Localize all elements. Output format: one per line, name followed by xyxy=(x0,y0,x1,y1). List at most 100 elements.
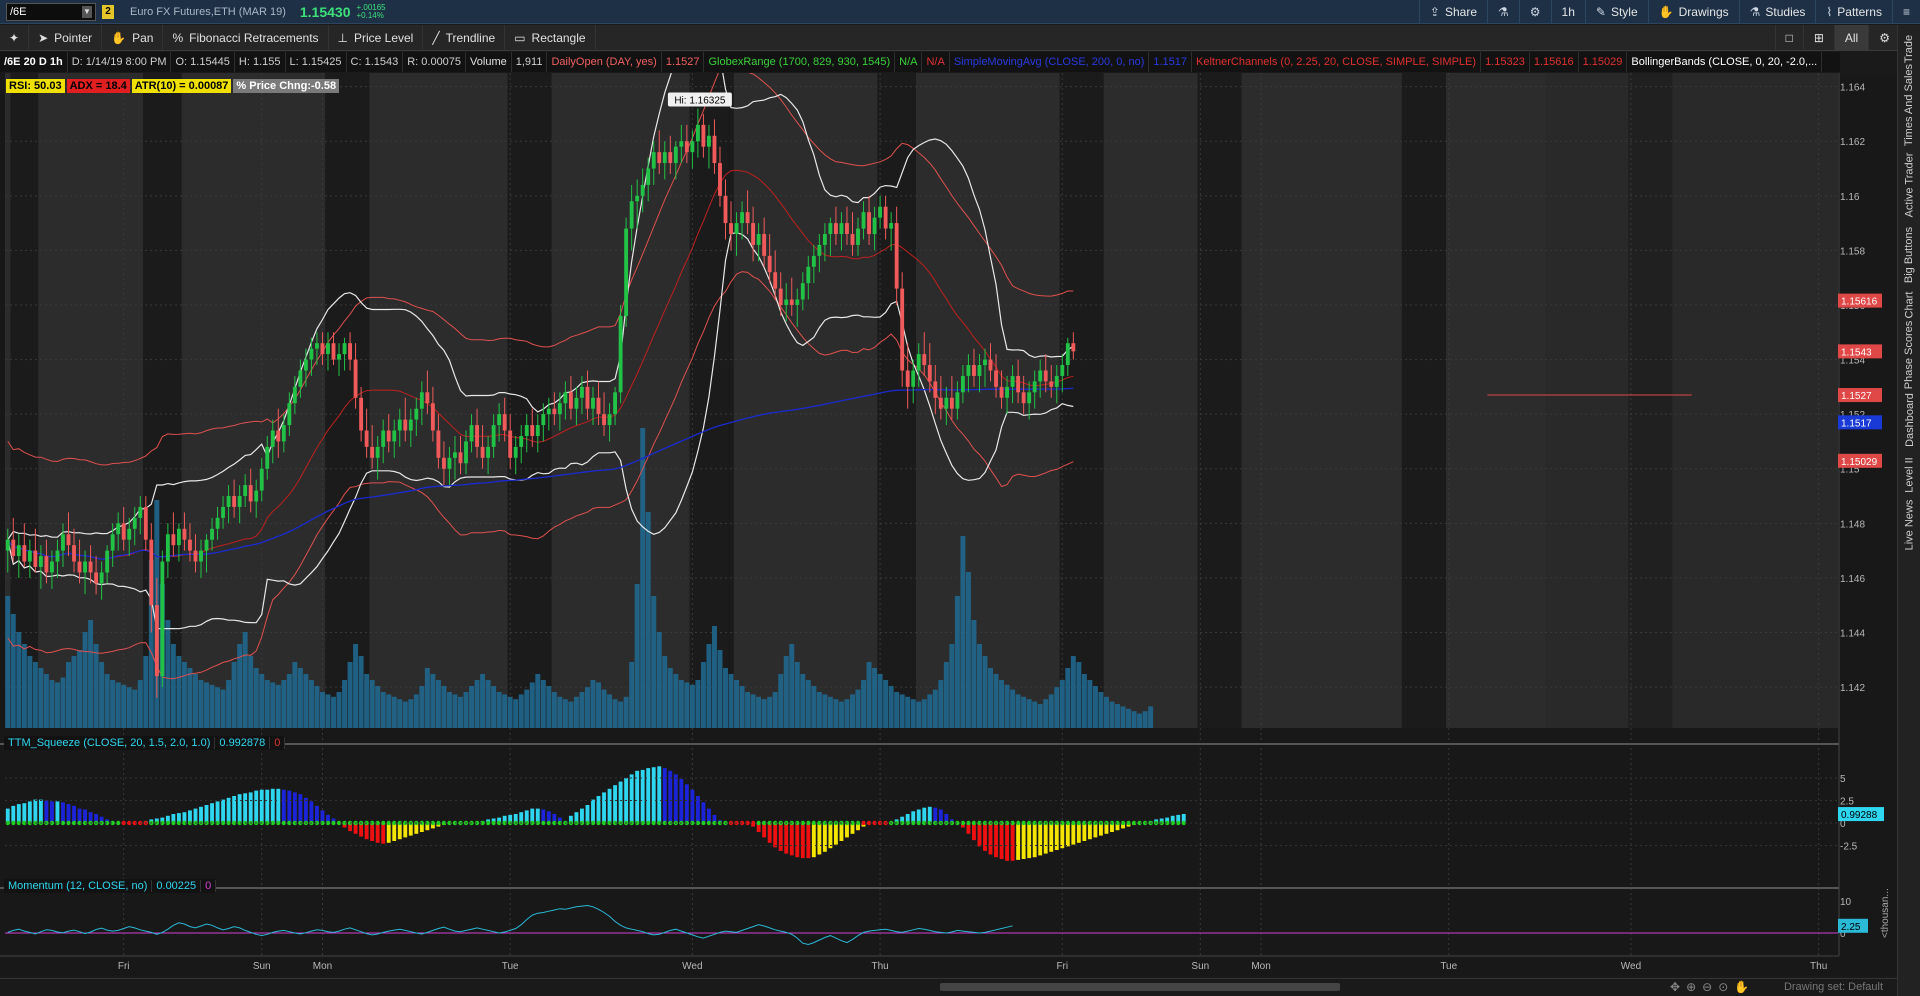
volume-bar xyxy=(524,689,530,728)
horizontal-scrollbar[interactable] xyxy=(940,983,1340,991)
candle-body xyxy=(833,223,838,235)
candle-body xyxy=(127,528,132,540)
grid-layout-button[interactable]: ⊞ xyxy=(1802,25,1834,50)
ttm-bar xyxy=(684,784,689,823)
side-tab-phase-scores[interactable]: Phase Scores xyxy=(1898,321,1920,389)
share-button[interactable]: ⇪ Share xyxy=(1418,0,1487,23)
drawings-button[interactable]: ✋ Drawings xyxy=(1647,0,1739,23)
gear-button[interactable]: ⚙ xyxy=(1518,0,1551,23)
candle-body xyxy=(618,315,623,393)
side-tab-big-buttons[interactable]: Big Buttons xyxy=(1898,225,1920,285)
volume-bar xyxy=(1070,656,1076,728)
candle-body xyxy=(309,348,314,360)
candle-body xyxy=(105,550,110,573)
zoom-out-icon[interactable]: ⊖ xyxy=(1702,980,1712,994)
ttm-bar xyxy=(646,768,651,823)
zoom-in-icon[interactable]: ⊕ xyxy=(1686,980,1696,994)
volume-study-label[interactable]: Volume xyxy=(466,52,512,72)
sma-label[interactable]: SimpleMovingAvg (CLOSE, 200, 0, no) xyxy=(950,52,1150,72)
price-axis-label: 1.148 xyxy=(1840,519,1865,530)
momentum-label[interactable]: Momentum (12, CLOSE, no) xyxy=(4,880,153,892)
price-marker-label: 1.15616 xyxy=(1841,297,1878,308)
volume-bar xyxy=(1054,687,1060,728)
grid-layout-icon: ⊞ xyxy=(1813,30,1824,45)
symbol-aggregation[interactable]: /6E 20 D 1h xyxy=(0,52,68,72)
keltner-label[interactable]: KeltnerChannels (0, 2.25, 20, CLOSE, SIM… xyxy=(1192,52,1482,72)
volume-bar xyxy=(546,686,552,728)
volume-bar xyxy=(353,644,359,728)
bollinger-label[interactable]: BollingerBands (CLOSE, 0, 20, -2.0,... xyxy=(1627,52,1823,72)
candle-body xyxy=(259,468,264,491)
candle-body xyxy=(397,419,402,431)
candle-body xyxy=(701,124,706,147)
candle-body xyxy=(342,343,347,355)
single-layout-button[interactable]: □ xyxy=(1774,25,1803,50)
ttm-bar xyxy=(591,799,595,823)
pan-tool[interactable]: ✋ Pan xyxy=(102,25,164,50)
volume-bar xyxy=(5,596,11,728)
patterns-button[interactable]: ⌇ Patterns xyxy=(1815,0,1892,23)
ttm-label[interactable]: TTM_Squeeze (CLOSE, 20, 1.5, 2.0, 1.0) xyxy=(4,737,216,749)
candle-body xyxy=(38,556,43,567)
candle-body xyxy=(337,354,341,360)
drawing-set-label[interactable]: Drawing set: Default xyxy=(1784,981,1883,993)
menu-button[interactable]: ≡ xyxy=(1891,0,1920,23)
ttm-bar xyxy=(1087,823,1092,840)
chevron-down-icon[interactable]: ▼ xyxy=(82,5,92,18)
side-tab-live-news[interactable]: Live News xyxy=(1898,495,1920,555)
trendline-tool[interactable]: ╱ Trendline xyxy=(423,25,506,50)
candle-body xyxy=(5,539,10,551)
volume-bar xyxy=(789,644,795,728)
volume-bar xyxy=(618,701,624,728)
volume-bar xyxy=(496,692,502,728)
ttm-bar xyxy=(370,823,375,841)
ttm-bar xyxy=(795,823,800,858)
volume-bar xyxy=(855,689,861,728)
side-tab-active-trader[interactable]: Active Trader xyxy=(1898,145,1920,225)
pan-icon[interactable]: ✋ xyxy=(1734,980,1749,994)
fibonacci-tool[interactable]: % Fibonacci Retracements xyxy=(163,25,329,50)
momentum-value-2: 0 xyxy=(201,880,217,892)
price-chart[interactable]: Hi: 1.16325 1.1641.1621.161.1581.1561.15… xyxy=(0,73,1897,976)
symbol-selector[interactable]: /6E ▼ xyxy=(6,2,96,21)
ttm-bar xyxy=(778,823,783,851)
side-tab-times-and-sales[interactable]: Times And Sales xyxy=(1898,64,1920,146)
studies-line: /6E 20 D 1h D: 1/14/19 8:00 PM O: 1.1544… xyxy=(0,52,1840,72)
ttm-bar xyxy=(292,792,297,823)
ttm-pane-header: TTM_Squeeze (CLOSE, 20, 1.5, 2.0, 1.0) 0… xyxy=(4,736,286,750)
style-button[interactable]: ✎ Style xyxy=(1584,0,1648,23)
ttm-bar xyxy=(1005,823,1010,861)
volume-bar xyxy=(331,696,336,728)
symbol-input[interactable]: /6E xyxy=(10,6,27,18)
rectangle-tool[interactable]: ▭ Rectangle xyxy=(505,25,596,50)
1h-button[interactable]: 1h xyxy=(1550,0,1585,23)
side-tab-label: Big Buttons xyxy=(1903,226,1916,284)
candle-body xyxy=(414,408,419,420)
volume-bar xyxy=(965,572,971,728)
volume-bar xyxy=(397,699,403,728)
volume-bar xyxy=(673,674,679,728)
all-layout-button[interactable]: All xyxy=(1833,25,1869,50)
side-tab-chart[interactable]: Chart xyxy=(1898,285,1920,325)
ttm-bar xyxy=(33,799,38,823)
globex-range-label[interactable]: GlobexRange (1700, 829, 930, 1545) xyxy=(704,52,896,72)
studies-button[interactable]: ⚗ Studies xyxy=(1738,0,1816,23)
daily-open-label[interactable]: DailyOpen (DAY, yes) xyxy=(547,52,662,72)
ttm-value-2: 0 xyxy=(270,737,286,749)
volume-bar xyxy=(684,682,690,728)
side-tab-dashboard[interactable]: Dashboard xyxy=(1898,385,1920,455)
candle-body xyxy=(839,223,844,235)
side-tab-level-ii[interactable]: Level II xyxy=(1898,455,1920,495)
flask-button[interactable]: ⚗ xyxy=(1487,0,1519,23)
zoom-fit-icon[interactable]: ⊙ xyxy=(1718,980,1728,994)
link-group-badge[interactable]: 2 xyxy=(102,4,114,19)
volume-bar xyxy=(1109,701,1115,728)
volume-bar xyxy=(518,694,524,728)
price-level-tool[interactable]: ⊥ Price Level xyxy=(329,25,424,50)
settings-button[interactable]: ⚙ xyxy=(1868,25,1900,50)
volume-bar xyxy=(413,694,419,728)
drag-icon[interactable]: ✥ xyxy=(1670,980,1680,994)
pin-button[interactable]: ✦ xyxy=(0,25,30,50)
pointer-tool[interactable]: ➤ Pointer xyxy=(29,25,103,50)
candle-body xyxy=(955,392,960,409)
